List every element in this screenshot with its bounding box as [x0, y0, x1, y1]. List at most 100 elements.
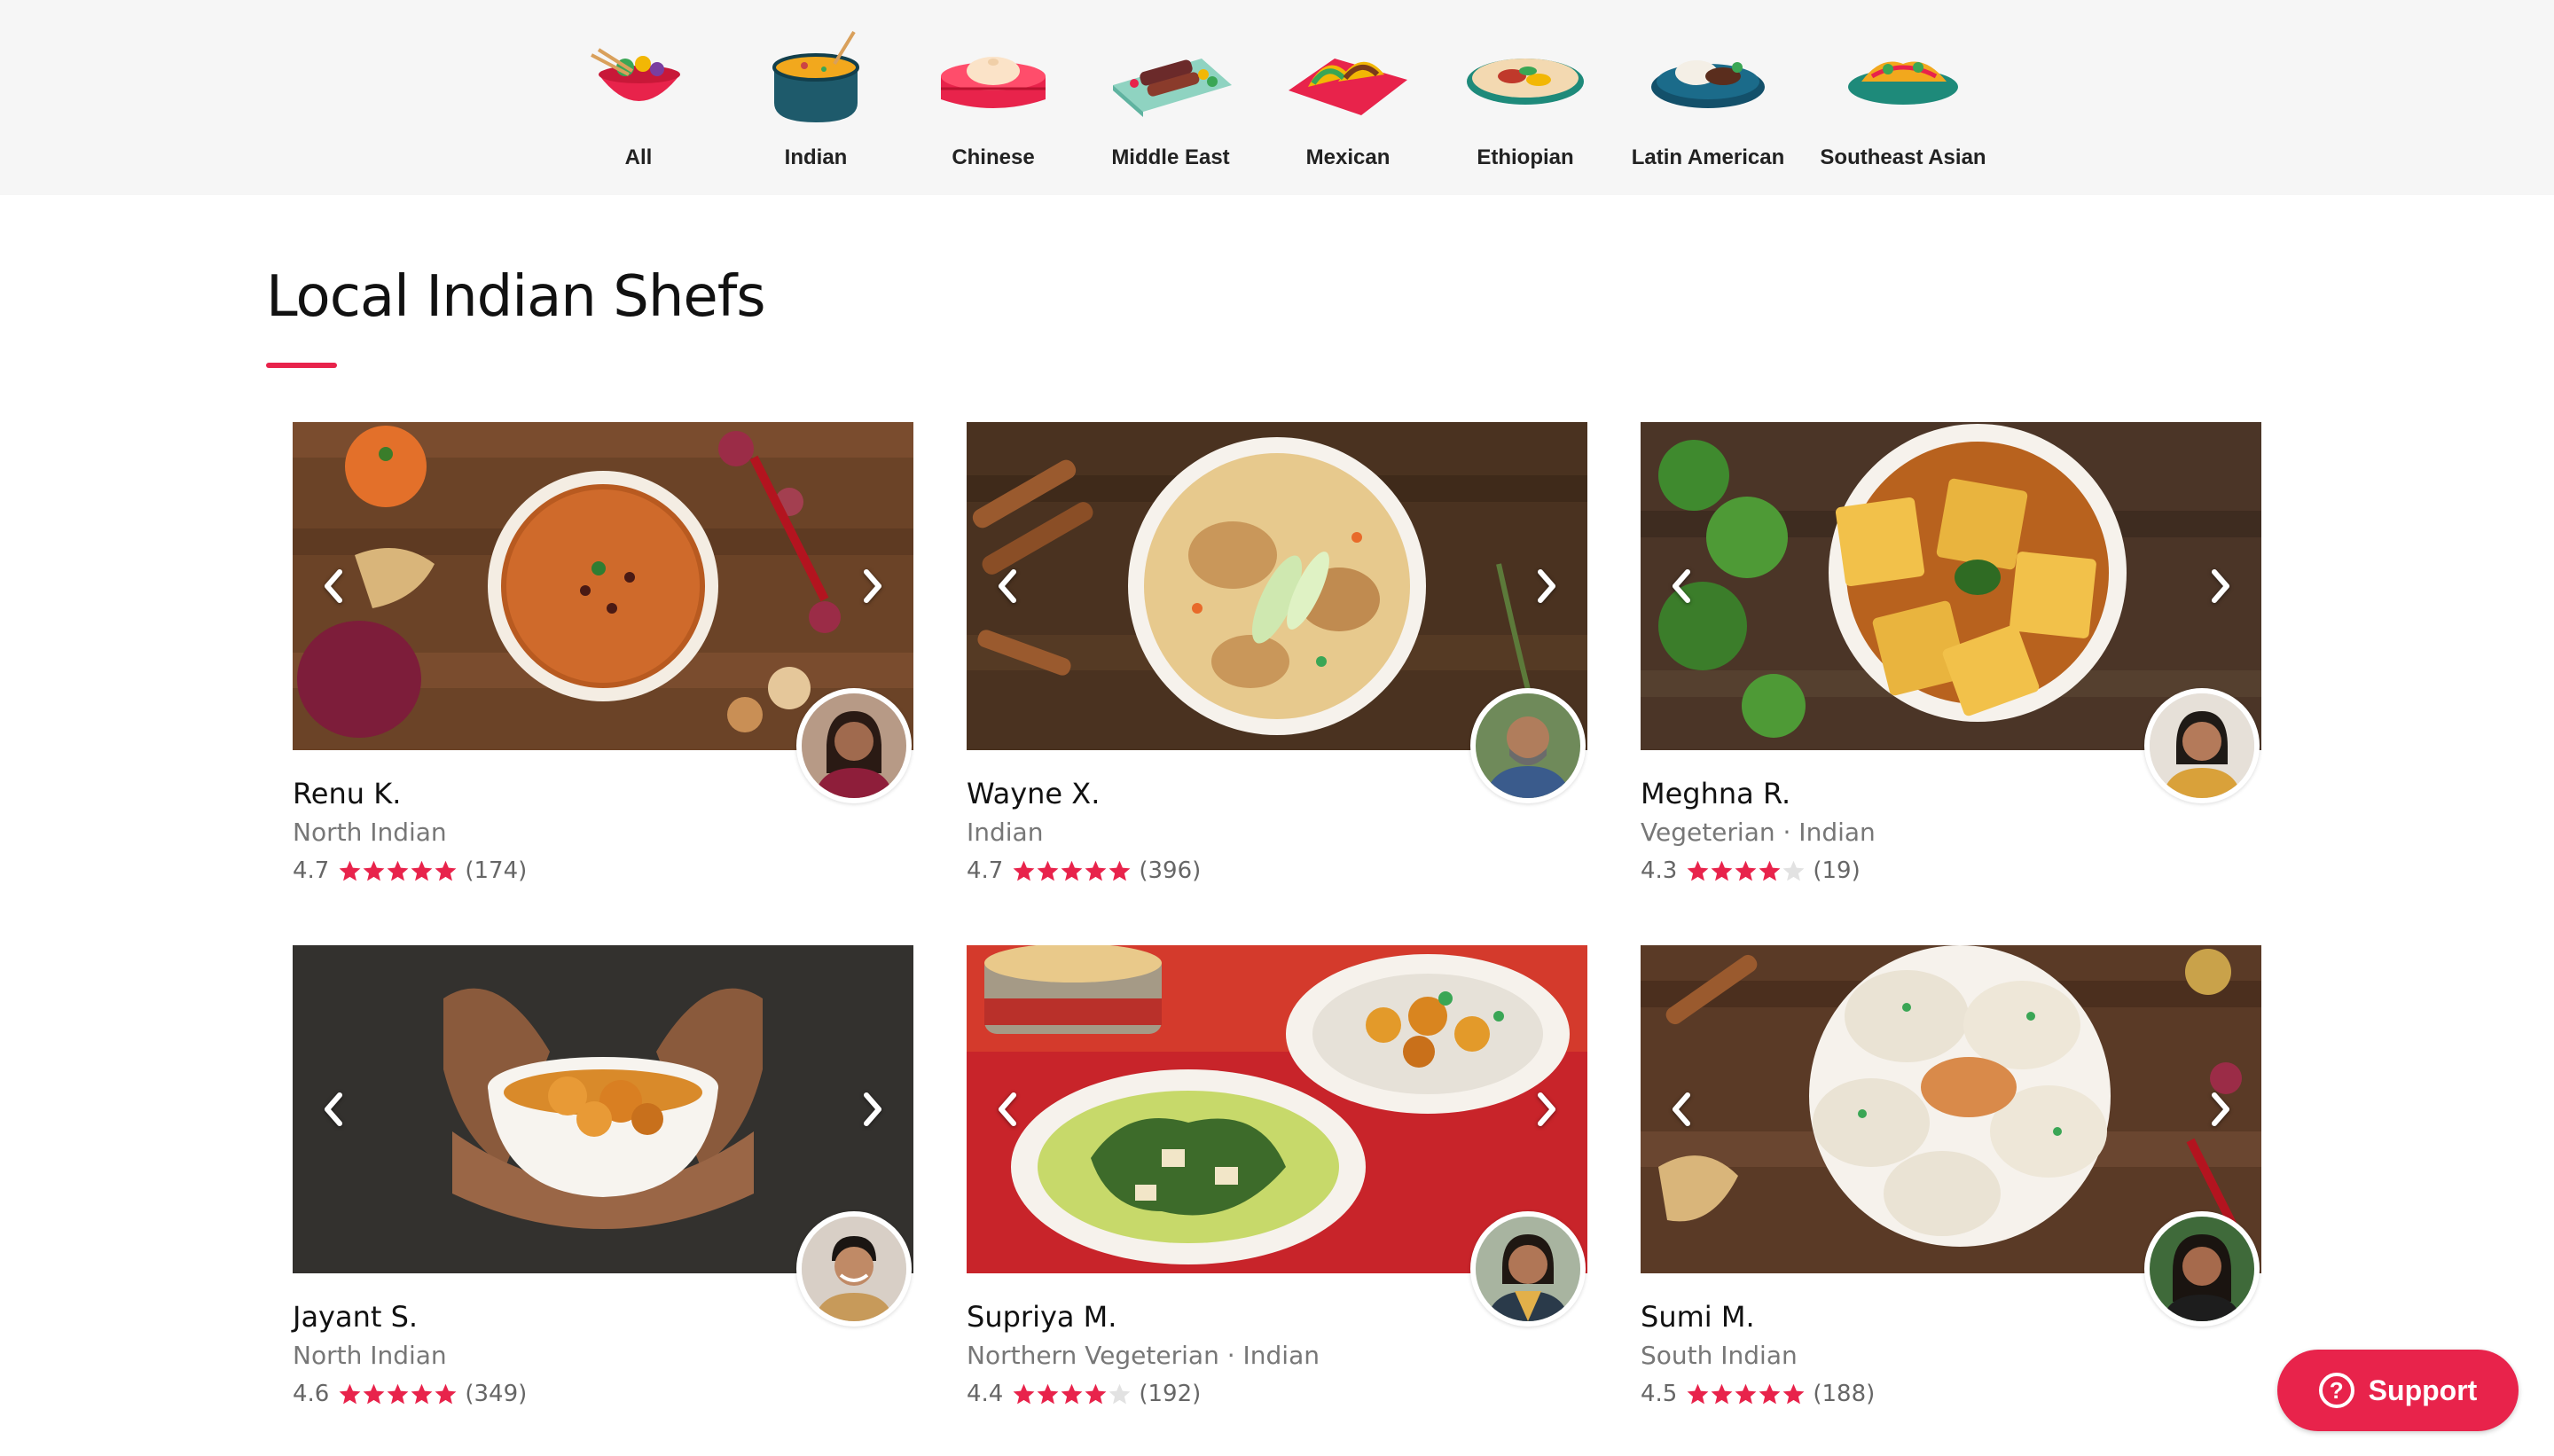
question-circle-icon: ?	[2318, 1373, 2354, 1408]
star-filled-icon	[1735, 1383, 1757, 1404]
chevron-left-icon	[325, 1092, 342, 1126]
rating-value: 4.5	[1641, 1381, 1678, 1407]
star-empty-icon	[1782, 860, 1805, 881]
chef-avatar[interactable]	[1470, 1211, 1586, 1327]
star-empty-icon	[1109, 1383, 1131, 1404]
chef-name[interactable]: Renu K.	[293, 777, 401, 810]
star-filled-icon	[1061, 1383, 1083, 1404]
review-count: (349)	[465, 1381, 528, 1407]
chef-avatar[interactable]	[796, 688, 912, 803]
star-filled-icon	[363, 860, 385, 881]
chef-name[interactable]: Wayne X.	[967, 777, 1100, 810]
star-rating	[1012, 1382, 1132, 1406]
star-filled-icon	[1061, 860, 1083, 881]
chevron-left-icon	[999, 569, 1016, 603]
chef-name[interactable]: Meghna R.	[1641, 777, 1790, 810]
chef-card[interactable]: Supriya M. Northern Vegeterian · Indian …	[967, 945, 1587, 1409]
rating-value: 4.7	[293, 857, 330, 884]
chef-cuisine: Northern Vegeterian · Indian	[967, 1341, 1320, 1370]
review-count: (174)	[465, 857, 528, 884]
support-button[interactable]: ? Support	[2277, 1350, 2519, 1431]
category-label: Southeast Asian	[1820, 145, 1986, 169]
rating-value: 4.3	[1641, 857, 1678, 884]
dumpling-steamer-icon	[941, 57, 1046, 108]
star-filled-icon	[435, 860, 457, 881]
star-filled-icon	[1013, 860, 1035, 881]
chevron-left-icon	[999, 1092, 1016, 1126]
rating-value: 4.6	[293, 1381, 330, 1407]
cuisine-category-bar: All Indian Chinese Middle East Mexican E…	[0, 0, 2554, 195]
prev-photo-button[interactable]	[307, 560, 360, 613]
chef-cuisine: North Indian	[293, 1341, 447, 1370]
chef-cuisine: Vegeterian · Indian	[1641, 818, 1876, 847]
latin-plate-icon	[1651, 60, 1765, 108]
next-photo-button[interactable]	[1520, 560, 1573, 613]
chef-avatar[interactable]	[1470, 688, 1586, 803]
star-filled-icon	[1109, 860, 1131, 881]
review-count: (19)	[1813, 857, 1861, 884]
next-photo-button[interactable]	[2194, 1083, 2247, 1136]
prev-photo-button[interactable]	[307, 1083, 360, 1136]
chef-avatar[interactable]	[2144, 688, 2260, 803]
category-southeast-asian[interactable]: Southeast Asian	[1814, 0, 1992, 195]
chef-avatar[interactable]	[796, 1211, 912, 1327]
star-rating	[1686, 859, 1806, 883]
chevron-right-icon	[864, 569, 881, 603]
chef-card[interactable]: Jayant S. North Indian 4.6 (349)	[293, 945, 913, 1409]
injera-plate-icon	[1467, 59, 1584, 105]
next-photo-button[interactable]	[2194, 560, 2247, 613]
next-photo-button[interactable]	[1520, 1083, 1573, 1136]
star-filled-icon	[1037, 1383, 1059, 1404]
support-label: Support	[2368, 1374, 2478, 1406]
chevron-left-icon	[1673, 1092, 1690, 1126]
prev-photo-button[interactable]	[981, 1083, 1034, 1136]
star-filled-icon	[1782, 1383, 1805, 1404]
star-filled-icon	[1711, 1383, 1733, 1404]
section-title: Local Indian Shefs	[266, 264, 766, 330]
review-count: (188)	[1813, 1381, 1876, 1407]
chef-card[interactable]: Sumi M. South Indian 4.5 (188)	[1641, 945, 2261, 1407]
star-filled-icon	[339, 860, 361, 881]
star-filled-icon	[363, 1383, 385, 1404]
chef-name[interactable]: Supriya M.	[967, 1300, 1116, 1334]
review-count: (192)	[1139, 1381, 1202, 1407]
prev-photo-button[interactable]	[1655, 560, 1708, 613]
star-filled-icon	[1687, 1383, 1709, 1404]
star-filled-icon	[435, 1383, 457, 1404]
section-title-underline	[266, 363, 337, 368]
chevron-right-icon	[1538, 569, 1555, 603]
category-ethiopian[interactable]: Ethiopian	[1437, 0, 1614, 195]
rating-value: 4.7	[967, 857, 1004, 884]
noodle-plate-icon	[1848, 61, 1958, 105]
category-latin-american[interactable]: Latin American	[1619, 0, 1797, 195]
chef-rating: 4.6 (349)	[293, 1379, 527, 1409]
next-photo-button[interactable]	[846, 1083, 899, 1136]
star-filled-icon	[1711, 860, 1733, 881]
next-photo-button[interactable]	[846, 560, 899, 613]
star-filled-icon	[387, 1383, 409, 1404]
chevron-right-icon	[2212, 569, 2229, 603]
star-filled-icon	[1085, 1383, 1107, 1404]
chef-rating: 4.7 (396)	[967, 856, 1201, 886]
taco-plate-icon	[1289, 59, 1407, 115]
chef-card[interactable]: Meghna R. Vegeterian · Indian 4.3 (19)	[1641, 422, 2261, 884]
star-filled-icon	[387, 860, 409, 881]
star-filled-icon	[1037, 860, 1059, 881]
star-filled-icon	[1013, 1383, 1035, 1404]
chef-rating: 4.4 (192)	[967, 1379, 1201, 1409]
star-filled-icon	[1759, 1383, 1781, 1404]
chef-name[interactable]: Sumi M.	[1641, 1300, 1755, 1334]
chef-card[interactable]: Wayne X. Indian 4.7 (396)	[967, 422, 1587, 886]
prev-photo-button[interactable]	[1655, 1083, 1708, 1136]
curry-pot-icon	[772, 30, 859, 122]
kebab-plate-icon	[1113, 59, 1232, 117]
star-rating	[1012, 859, 1132, 883]
chevron-right-icon	[2212, 1092, 2229, 1126]
star-filled-icon	[1735, 860, 1757, 881]
chevron-right-icon	[1538, 1092, 1555, 1126]
prev-photo-button[interactable]	[981, 560, 1034, 613]
chevron-left-icon	[1673, 569, 1690, 603]
chef-name[interactable]: Jayant S.	[293, 1300, 418, 1334]
chef-card[interactable]: Renu K. North Indian 4.7 (174)	[293, 422, 913, 884]
chef-avatar[interactable]	[2144, 1211, 2260, 1327]
